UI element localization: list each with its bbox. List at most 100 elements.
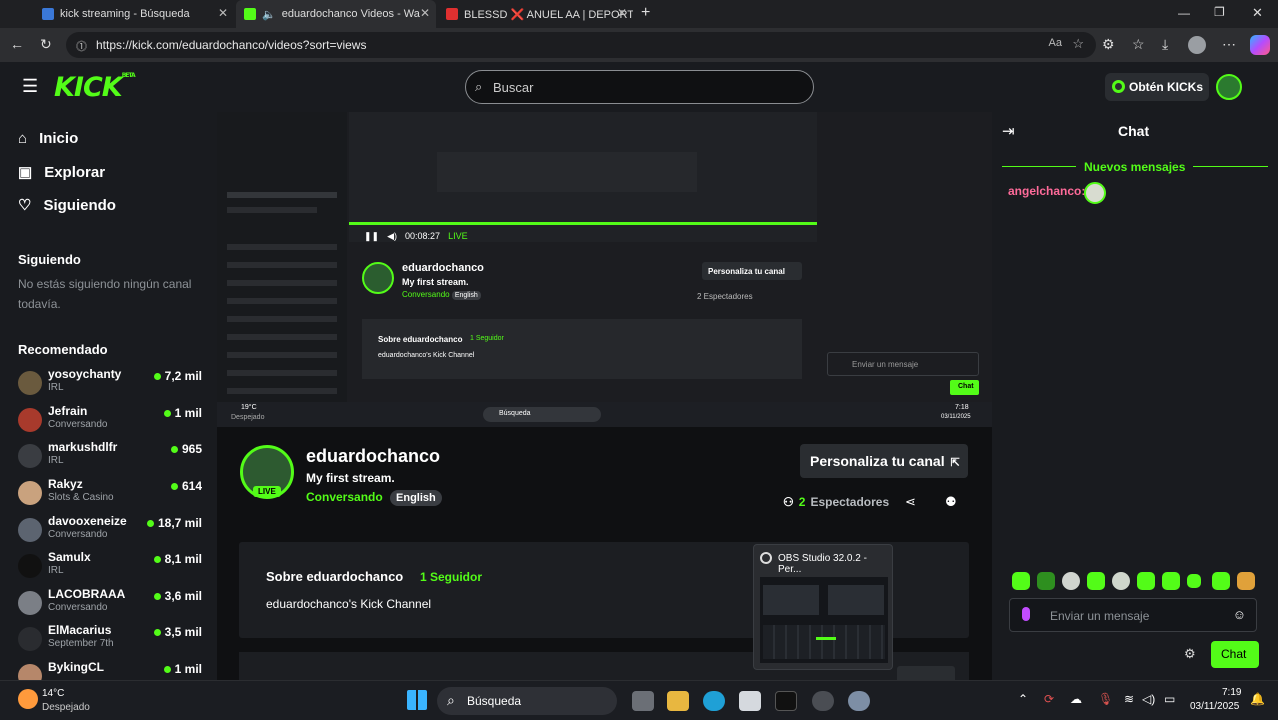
chat-input[interactable]: Enviar un mensaje ☺ bbox=[1009, 598, 1257, 632]
url-input[interactable]: ⓵ https://kick.com/eduardochanco/videos?… bbox=[66, 32, 1096, 58]
emote-icon[interactable] bbox=[1212, 572, 1230, 590]
browser-tab[interactable]: kick streaming - Búsqueda ✕ bbox=[34, 0, 234, 28]
downloads-icon[interactable]: ⤓ bbox=[1162, 36, 1168, 53]
player-live: LIVE bbox=[448, 231, 468, 241]
window-close-icon[interactable]: ✕ bbox=[1252, 5, 1263, 21]
recommended-channel[interactable]: BykingCL 1 mil bbox=[18, 660, 208, 680]
recommended-channel[interactable]: LACOBRAAA Conversando 3,6 mil bbox=[18, 587, 208, 621]
site-info-icon[interactable]: ⓵ bbox=[76, 38, 87, 54]
read-aloud-icon[interactable]: Aa bbox=[1049, 37, 1062, 49]
close-tab-icon[interactable]: ✕ bbox=[420, 6, 430, 20]
hamburger-menu-icon[interactable]: ☰ bbox=[22, 76, 38, 97]
recommended-channel[interactable]: Jefrain Conversando 1 mil bbox=[18, 404, 208, 438]
recommended-channel[interactable]: yosoychanty IRL 7,2 mil bbox=[18, 367, 208, 401]
get-kicks-button[interactable]: Obtén KICKs bbox=[1105, 73, 1209, 101]
file-explorer-icon[interactable] bbox=[667, 691, 689, 711]
sidebar-item-siguiendo[interactable]: ♡ Siguiendo bbox=[18, 196, 116, 215]
new-tab-icon[interactable]: + bbox=[641, 4, 650, 22]
category-link[interactable]: Conversando bbox=[306, 490, 383, 504]
edge-icon[interactable] bbox=[703, 691, 725, 711]
browser-tab[interactable]: BLESSD ❌ ANUEL AA | DEPORTI ✕ bbox=[438, 0, 633, 28]
minimize-icon[interactable]: — bbox=[1178, 6, 1190, 20]
emoji-picker-icon[interactable]: ☺ bbox=[1233, 607, 1246, 622]
channel-category: Conversando bbox=[48, 419, 108, 430]
emote-icon[interactable] bbox=[1237, 572, 1255, 590]
language-tag[interactable]: English bbox=[390, 490, 442, 506]
recommended-channel[interactable]: markushdlfr IRL 965 bbox=[18, 440, 208, 474]
video-player[interactable]: ❚❚ ◀) 00:08:27 LIVE eduardochanco My fir… bbox=[217, 112, 992, 427]
volume-tray-icon[interactable]: ◁) bbox=[1142, 692, 1155, 706]
close-tab-icon[interactable]: ✕ bbox=[218, 6, 228, 20]
sidebar-item-explorar[interactable]: ▣ Explorar bbox=[18, 163, 105, 182]
search-input[interactable]: ⌕ Buscar bbox=[465, 70, 814, 104]
emote-icon[interactable] bbox=[1162, 572, 1180, 590]
viewers-label: Espectadores bbox=[810, 495, 890, 509]
tray-app-icon[interactable]: ⟳ bbox=[1044, 692, 1054, 706]
emote-icon[interactable] bbox=[1187, 574, 1201, 588]
taskbar-clock[interactable]: 7:19 bbox=[1222, 687, 1241, 698]
emote-icon[interactable] bbox=[1037, 572, 1055, 590]
recommended-channel[interactable]: davooxeneize Conversando 18,7 mil bbox=[18, 514, 208, 548]
favorite-star-icon[interactable]: ☆ bbox=[1072, 36, 1084, 52]
task-view-icon[interactable] bbox=[632, 691, 654, 711]
taskbar-search[interactable]: ⌕ Búsqueda bbox=[437, 687, 617, 715]
taskbar-date[interactable]: 03/11/2025 bbox=[1190, 701, 1239, 712]
avatar bbox=[18, 591, 42, 615]
onedrive-icon[interactable]: ☁ bbox=[1070, 692, 1082, 706]
share-icon[interactable]: ⋖ bbox=[905, 494, 916, 510]
store-icon[interactable] bbox=[739, 691, 761, 711]
tray-expand-icon[interactable]: ⌃ bbox=[1018, 692, 1028, 706]
recommended-channel[interactable]: Rakyz Slots & Casino 614 bbox=[18, 477, 208, 511]
close-tab-icon[interactable]: ✕ bbox=[617, 6, 627, 20]
emote-icon[interactable] bbox=[1012, 572, 1030, 590]
tiktok-icon[interactable] bbox=[775, 691, 797, 711]
volume-icon[interactable]: ◀) bbox=[387, 231, 397, 247]
sidebar-item-inicio[interactable]: ⌂ Inicio bbox=[18, 130, 78, 147]
windows-taskbar: 14°C Despejado ⌕ Búsqueda ⌃ ⟳ ☁ 🎙 ≋ ◁) ▭… bbox=[0, 680, 1278, 720]
collapse-chat-icon[interactable]: ⇥ bbox=[1002, 122, 1015, 140]
sort-button[interactable] bbox=[897, 666, 955, 680]
pause-icon[interactable]: ❚❚ bbox=[364, 231, 379, 247]
add-user-icon[interactable]: ⚉ bbox=[945, 494, 957, 510]
chat-message-username[interactable]: angelchanco: bbox=[1008, 184, 1085, 198]
settings-icon[interactable] bbox=[848, 691, 870, 711]
kick-logo[interactable]: KICKBETA bbox=[54, 72, 136, 103]
channel-category: Conversando bbox=[48, 529, 108, 540]
battery-icon[interactable]: ▭ bbox=[1164, 692, 1175, 706]
wifi-icon[interactable]: ≋ bbox=[1124, 692, 1134, 706]
chat-settings-gear-icon[interactable]: ⚙ bbox=[1184, 646, 1196, 662]
obs-taskbar-preview[interactable]: OBS Studio 32.0.2 - Per... bbox=[753, 544, 893, 670]
browser-tab-active[interactable]: 🔈 eduardochanco Videos - Wa ✕ bbox=[236, 0, 436, 28]
emote-icon[interactable] bbox=[1112, 572, 1130, 590]
customize-channel-button[interactable]: Personaliza tu canal ⇱ bbox=[800, 444, 968, 478]
notifications-bell-icon[interactable]: 🔔 bbox=[1250, 692, 1265, 706]
user-avatar[interactable] bbox=[1216, 74, 1242, 100]
send-chat-button[interactable]: Chat bbox=[1211, 641, 1259, 668]
weather-icon[interactable] bbox=[18, 689, 38, 709]
mic-tray-icon[interactable]: 🎙 bbox=[1098, 692, 1113, 706]
refresh-icon[interactable]: ↻ bbox=[40, 36, 52, 53]
viewer-count: 1 mil bbox=[164, 662, 202, 676]
channel-name: ElMacarius bbox=[48, 623, 112, 637]
copilot-icon[interactable] bbox=[1250, 35, 1270, 55]
following-section-title: Siguiendo bbox=[18, 252, 81, 267]
emote-icon[interactable] bbox=[1062, 572, 1080, 590]
more-menu-icon[interactable]: ⋯ bbox=[1222, 36, 1236, 53]
extensions-icon[interactable]: ⚙ bbox=[1102, 36, 1115, 53]
emote-icon[interactable] bbox=[1087, 572, 1105, 590]
microphone-icon[interactable] bbox=[1022, 607, 1030, 621]
back-icon[interactable]: ← bbox=[10, 36, 24, 52]
inner-clock: 7:18 bbox=[955, 404, 969, 411]
recommended-channel[interactable]: Samulx IRL 8,1 mil bbox=[18, 550, 208, 584]
profile-avatar[interactable] bbox=[1188, 36, 1206, 54]
emote-icon[interactable] bbox=[1137, 572, 1155, 590]
channel-name[interactable]: eduardochanco bbox=[306, 446, 440, 467]
kick-header: ☰ KICKBETA ⌕ Buscar Obtén KICKs bbox=[0, 62, 1278, 112]
obs-studio-icon[interactable] bbox=[812, 691, 834, 711]
maximize-icon[interactable]: ❐ bbox=[1214, 5, 1225, 19]
inner-description: eduardochanco's Kick Channel bbox=[378, 352, 475, 359]
recommended-channel[interactable]: ElMacarius September 7th 3,5 mil bbox=[18, 623, 208, 657]
channel-name: Jefrain bbox=[48, 404, 88, 418]
windows-start-icon[interactable] bbox=[407, 690, 427, 710]
favorites-icon[interactable]: ☆ bbox=[1132, 36, 1145, 53]
